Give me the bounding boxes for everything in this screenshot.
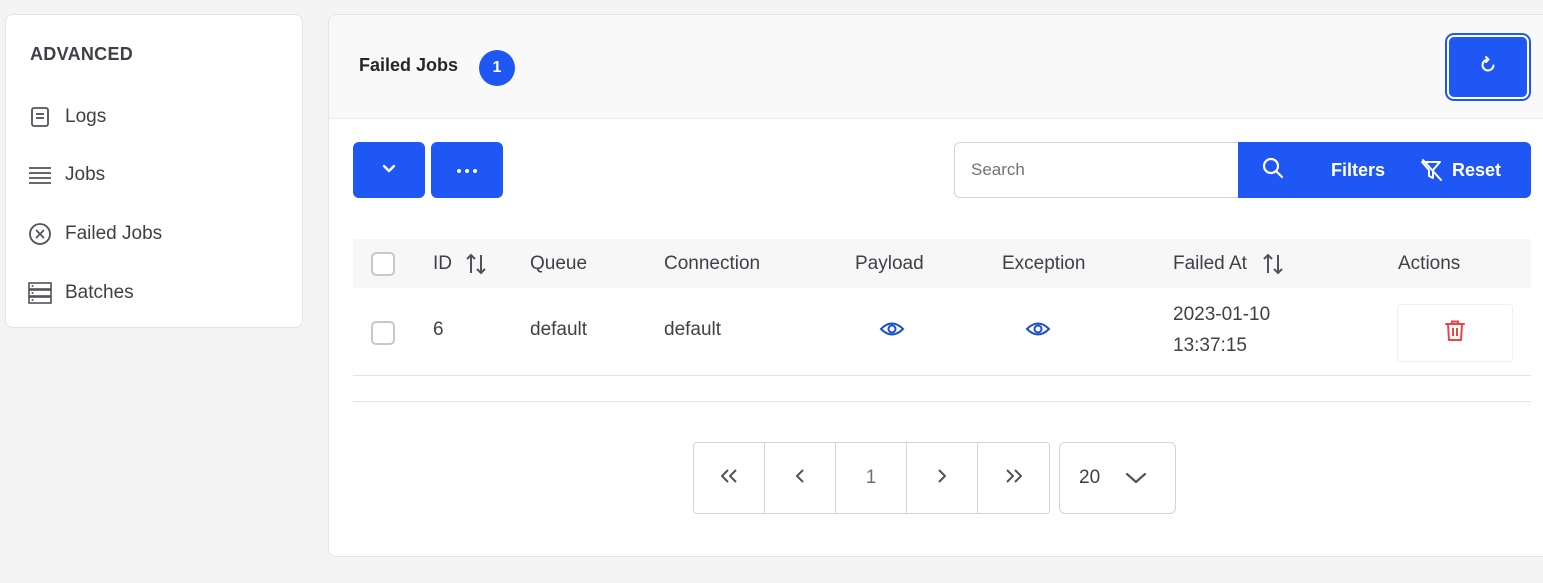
per-page-value: 20 (1079, 467, 1101, 488)
chevron-down-icon (1125, 471, 1147, 485)
cell-id: 6 (433, 319, 444, 340)
more-actions-button[interactable] (431, 142, 503, 198)
sort-icon (1261, 252, 1285, 276)
next-page-button[interactable] (907, 443, 978, 513)
reset-button[interactable]: Reset (1420, 142, 1501, 198)
refresh-icon (1478, 55, 1498, 80)
cell-queue: default (530, 319, 588, 340)
sidebar-item-jobs[interactable]: Jobs (28, 160, 105, 190)
view-exception-button[interactable] (1025, 319, 1051, 345)
view-payload-button[interactable] (879, 319, 905, 345)
search-icon (1262, 157, 1284, 184)
select-all-checkbox[interactable] (371, 252, 395, 276)
list-icon (28, 163, 52, 187)
column-header-connection: Connection (664, 252, 761, 274)
chevron-right-icon (936, 467, 948, 489)
sidebar: ADVANCED Logs Jobs Failed Jobs Batches (5, 14, 303, 328)
ellipsis-icon (455, 161, 479, 179)
panel-header: Failed Jobs 1 (329, 15, 1543, 119)
column-label: Failed At (1173, 252, 1247, 274)
search-actions: Filters Reset (1238, 142, 1531, 198)
count-badge: 1 (479, 50, 515, 86)
chevrons-right-icon (1004, 467, 1024, 489)
sidebar-item-failed-jobs[interactable]: Failed Jobs (28, 219, 162, 249)
sidebar-item-batches[interactable]: Batches (28, 278, 134, 308)
sidebar-item-label: Logs (65, 106, 107, 127)
chevron-down-icon (381, 161, 397, 179)
cell-failed-at-time: 13:37:15 (1173, 335, 1247, 356)
page-title: Failed Jobs (359, 55, 459, 75)
filter-off-icon (1420, 159, 1442, 181)
eye-icon (879, 322, 905, 344)
search-input[interactable] (954, 142, 1238, 198)
page-number-button[interactable]: 1 (836, 443, 907, 513)
column-header-actions: Actions (1398, 252, 1461, 274)
last-page-button[interactable] (978, 443, 1049, 513)
sidebar-item-logs[interactable]: Logs (28, 102, 106, 132)
row-checkbox[interactable] (371, 321, 395, 345)
per-page-select[interactable]: 20 (1059, 442, 1176, 514)
bulk-actions-dropdown-button[interactable] (353, 142, 425, 198)
column-header-failed-at[interactable]: Failed At (1173, 239, 1285, 288)
prev-page-button[interactable] (765, 443, 836, 513)
first-page-button[interactable] (694, 443, 765, 513)
sort-icon (464, 252, 488, 276)
column-header-id[interactable]: ID (433, 239, 488, 288)
column-header-queue: Queue (530, 252, 588, 274)
refresh-button[interactable] (1447, 35, 1529, 99)
filters-button[interactable]: Filters (1320, 142, 1420, 198)
search-bar: Filters Reset (954, 142, 1531, 198)
cell-failed-at-date: 2023-01-10 (1173, 304, 1271, 325)
delete-button[interactable] (1397, 304, 1513, 362)
table-header: ID Queue Connection Payload Exception Fa… (353, 239, 1531, 288)
chevron-left-icon (794, 467, 806, 489)
column-label: ID (433, 252, 452, 274)
chevrons-left-icon (719, 467, 739, 489)
column-header-payload: Payload (855, 252, 924, 274)
pagination: 1 (693, 442, 1050, 514)
document-icon (28, 105, 52, 129)
trash-icon (1444, 319, 1466, 348)
eye-icon (1025, 322, 1051, 344)
x-circle-icon (28, 222, 52, 246)
server-stack-icon (28, 281, 52, 305)
sidebar-item-label: Batches (65, 282, 134, 303)
filters-label: Filters (1331, 159, 1386, 180)
table-row: 6 default default 2023-01-10 13:37:15 (353, 288, 1531, 376)
table-footer-divider (353, 401, 1531, 402)
column-header-exception: Exception (1002, 252, 1086, 274)
reset-label: Reset (1452, 159, 1502, 180)
search-button[interactable] (1238, 142, 1320, 198)
sidebar-item-label: Failed Jobs (65, 223, 163, 244)
main-panel: Failed Jobs 1 Filters (328, 14, 1543, 557)
sidebar-title: ADVANCED (30, 44, 134, 64)
cell-connection: default (664, 319, 722, 340)
sidebar-item-label: Jobs (65, 164, 106, 185)
